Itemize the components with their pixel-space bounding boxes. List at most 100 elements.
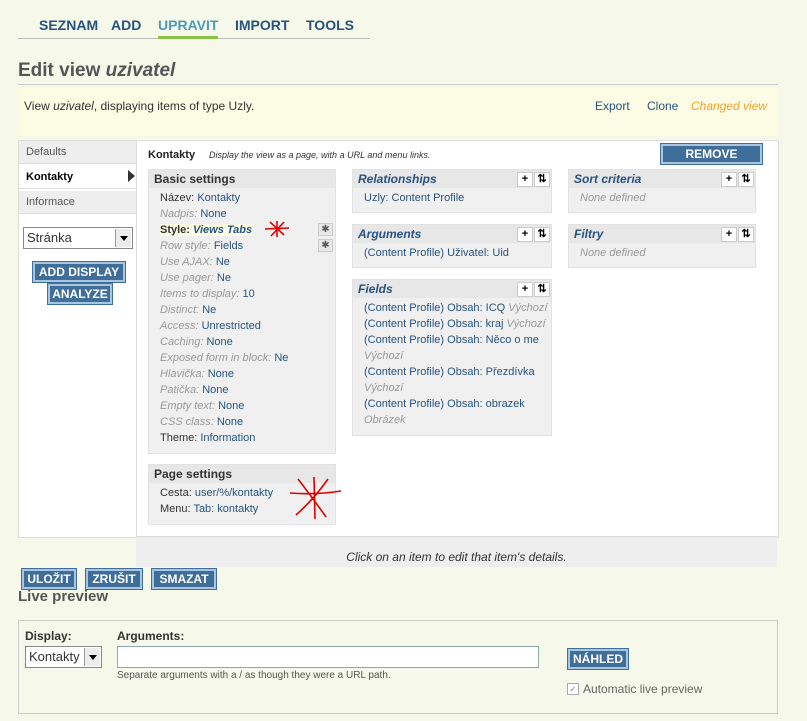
argument-item[interactable]: (Content Profile) Uživatel: Uid (364, 247, 509, 259)
setting-row[interactable]: Nadpis: None (160, 208, 227, 220)
gear-icon[interactable]: ✱ (318, 223, 333, 236)
setting-key: Access: (160, 320, 199, 332)
add-icon[interactable]: + (517, 172, 533, 187)
setting-row[interactable]: Theme: Information (160, 432, 255, 444)
tab-upravit[interactable]: UPRAVIT (158, 17, 219, 39)
setting-row[interactable]: CSS class: None (160, 416, 243, 428)
display-tab-kontakty[interactable]: Kontakty (19, 166, 137, 189)
analyze-button[interactable]: ANALYZE (47, 283, 113, 305)
setting-value[interactable]: Views Tabs (193, 224, 252, 236)
setting-key: Nadpis: (160, 208, 198, 220)
tab-add[interactable]: ADD (111, 17, 141, 33)
add-icon[interactable]: + (517, 282, 533, 297)
filters-header[interactable]: Filtry + ⇅ (569, 225, 755, 243)
setting-key: Exposed form in block: (160, 352, 272, 364)
setting-value[interactable]: Kontakty (197, 192, 240, 204)
field-item[interactable]: (Content Profile) Obsah: Přezdívka (364, 366, 535, 378)
rearrange-icon[interactable]: ⇅ (738, 227, 754, 242)
rearrange-icon[interactable]: ⇅ (738, 172, 754, 187)
view-info-bar: View uzivatel, displaying items of type … (18, 88, 778, 136)
setting-value[interactable]: Ne (216, 256, 230, 268)
setting-row[interactable]: Use pager: Ne (160, 272, 231, 284)
delete-button[interactable]: SMAZAT (151, 568, 217, 590)
setting-row[interactable]: Use AJAX: Ne (160, 256, 230, 268)
setting-value[interactable]: None (208, 368, 234, 380)
save-button[interactable]: ULOŽIT (21, 568, 77, 590)
auto-preview-checkbox[interactable]: ✓ (567, 683, 579, 695)
setting-value[interactable]: Unrestricted (202, 320, 261, 332)
setting-value[interactable]: None (217, 416, 243, 428)
relationship-item[interactable]: Uzly: Content Profile (364, 192, 464, 204)
display-tab-defaults[interactable]: Defaults (19, 141, 137, 164)
setting-row[interactable]: Empty text: None (160, 400, 244, 412)
setting-row[interactable]: Items to display: 10 (160, 288, 255, 300)
tab-import[interactable]: IMPORT (235, 17, 289, 33)
setting-key: Distinct: (160, 304, 200, 316)
add-icon[interactable]: + (721, 172, 737, 187)
setting-value[interactable]: None (200, 208, 226, 220)
setting-row[interactable]: Exposed form in block: Ne (160, 352, 288, 364)
tab-seznam[interactable]: SEZNAM (39, 17, 98, 33)
add-display-button[interactable]: ADD DISPLAY (32, 261, 126, 283)
add-icon[interactable]: + (721, 227, 737, 242)
sort-criteria-header[interactable]: Sort criteria + ⇅ (569, 170, 755, 188)
cancel-button[interactable]: ZRUŠIT (85, 568, 143, 590)
setting-value[interactable]: None (218, 400, 244, 412)
setting-row[interactable]: Název: Kontakty (160, 192, 240, 204)
setting-key: Caching: (160, 336, 204, 348)
field-item[interactable]: (Content Profile) Obsah: kraj Výchozí (364, 318, 546, 330)
preview-button[interactable]: NÁHLED (567, 648, 629, 670)
setting-row[interactable]: Caching: None (160, 336, 233, 348)
setting-row[interactable]: Hlavička: None (160, 368, 234, 380)
display-tab-informace[interactable]: Informace (19, 191, 137, 214)
display-name: Kontakty (148, 149, 196, 161)
field-item[interactable]: (Content Profile) Obsah: Něco o me (364, 334, 539, 346)
gear-icon[interactable]: ✱ (318, 239, 333, 252)
fields-header[interactable]: Fields + ⇅ (353, 280, 551, 298)
field-item-extra: Obrázek (364, 414, 406, 426)
filters-panel: Filtry + ⇅ None defined (568, 224, 756, 268)
filters-empty-text: None defined (580, 247, 646, 259)
rearrange-icon[interactable]: ⇅ (534, 172, 550, 187)
setting-key: Style: (160, 224, 190, 236)
setting-value[interactable]: 10 (243, 288, 255, 300)
setting-row[interactable]: Distinct: Ne (160, 304, 216, 316)
setting-value[interactable]: Ne (274, 352, 288, 364)
display-type-select[interactable]: Stránka (23, 227, 133, 249)
field-item[interactable]: (Content Profile) Obsah: obrazek (364, 398, 525, 410)
setting-key: Hlavička: (160, 368, 205, 380)
setting-value[interactable]: Ne (217, 272, 231, 284)
chevron-down-icon (115, 229, 131, 247)
display-select[interactable]: Kontakty (25, 646, 102, 668)
arguments-header[interactable]: Arguments + ⇅ (353, 225, 551, 243)
tab-tools[interactable]: TOOLS (306, 17, 354, 33)
field-item[interactable]: (Content Profile) Obsah: ICQ Výchozí (364, 302, 547, 314)
export-link[interactable]: Export (595, 99, 630, 113)
setting-row[interactable]: Access: Unrestricted (160, 320, 261, 332)
setting-value[interactable]: None (206, 336, 232, 348)
setting-key: Items to display: (160, 288, 240, 300)
setting-row[interactable]: Style: Views Tabs (160, 224, 253, 236)
clone-link[interactable]: Clone (647, 99, 678, 113)
arrow-right-icon (128, 170, 135, 182)
page-menu-row[interactable]: Menu: Tab: kontakty (160, 503, 258, 515)
add-icon[interactable]: + (517, 227, 533, 242)
setting-row[interactable]: Patička: None (160, 384, 229, 396)
changed-view-status: Changed view (691, 99, 768, 113)
page-path-row[interactable]: Cesta: user/%/kontakty (160, 487, 273, 499)
setting-value[interactable]: Fields (214, 240, 243, 252)
arguments-panel: Arguments + ⇅ (Content Profile) Uživatel:… (352, 224, 552, 268)
rearrange-icon[interactable]: ⇅ (534, 227, 550, 242)
remove-display-button[interactable]: REMOVE DISPLAY (660, 143, 763, 177)
setting-value[interactable]: Information (200, 432, 255, 444)
setting-row[interactable]: Row style: Fields (160, 240, 243, 252)
chevron-down-icon (84, 648, 100, 666)
setting-value[interactable]: Ne (202, 304, 216, 316)
sort-empty-text: None defined (580, 192, 646, 204)
rearrange-icon[interactable]: ⇅ (534, 282, 550, 297)
arguments-input[interactable] (117, 646, 539, 668)
setting-value[interactable]: None (202, 384, 228, 396)
setting-key: Use AJAX: (160, 256, 213, 268)
relationships-header[interactable]: Relationships + ⇅ (353, 170, 551, 188)
setting-key: Use pager: (160, 272, 214, 284)
